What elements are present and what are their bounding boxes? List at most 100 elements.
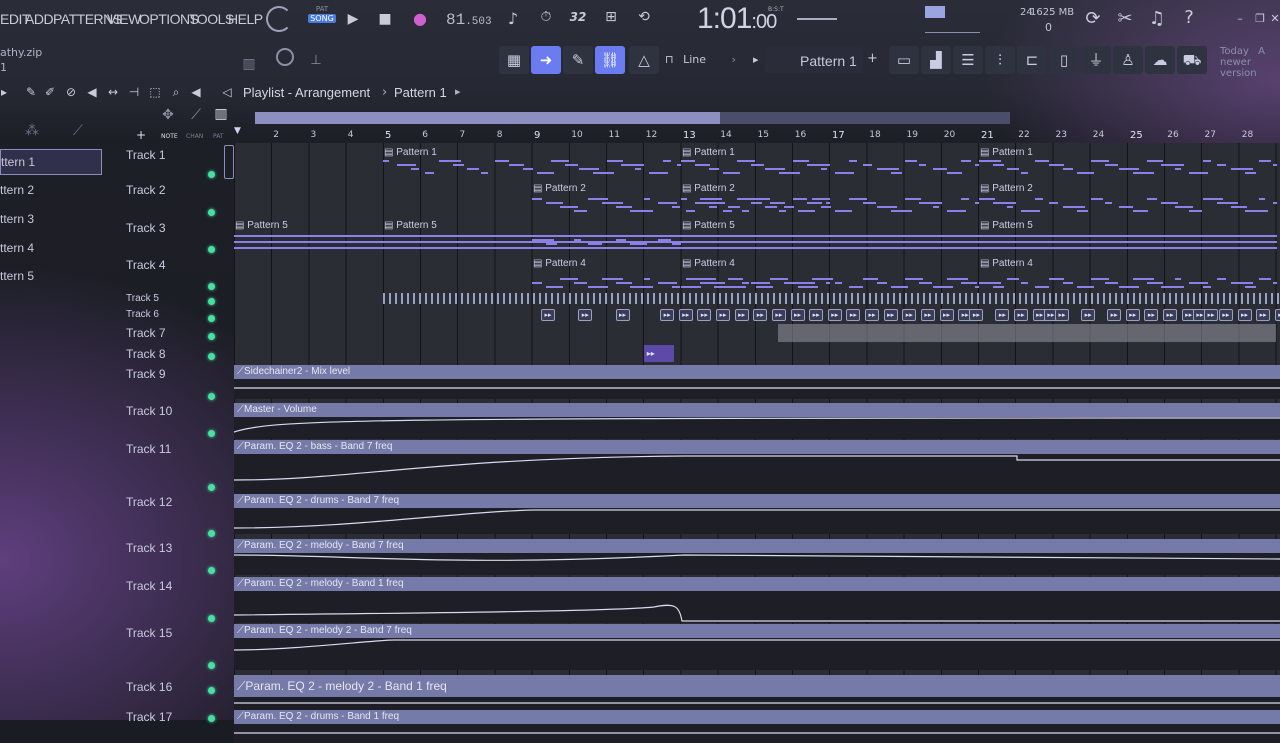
drum-clip[interactable]: ▸▸: [1144, 309, 1159, 321]
automation-clip[interactable]: ⟋Param. EQ 2 - melody - Band 7 freq: [234, 539, 1280, 553]
drum-clip[interactable]: ▸▸: [1237, 309, 1252, 321]
drum-clip[interactable]: ▸▸: [920, 309, 935, 321]
overview-thumb[interactable]: [255, 112, 720, 124]
menu-arrow-icon[interactable]: ▸: [0, 85, 8, 99]
track-enable-led[interactable]: [208, 530, 215, 537]
track-enable-led[interactable]: [208, 615, 215, 622]
drum-clip[interactable]: ▸▸: [969, 309, 984, 321]
undo-icon[interactable]: ⟳: [1082, 8, 1104, 29]
arrow-tool-icon[interactable]: ➜: [531, 46, 561, 74]
menu-add[interactable]: ADD: [25, 11, 54, 27]
drum-clip[interactable]: ▸▸: [716, 309, 731, 321]
drum-clip[interactable]: ▸▸: [1014, 309, 1029, 321]
drum-clip[interactable]: ▸▸: [660, 309, 675, 321]
step-edit-icon[interactable]: ⊞: [600, 9, 622, 25]
track-enable-led[interactable]: [208, 171, 215, 178]
pattern-clip[interactable]: ▤ Pattern 4: [533, 258, 586, 269]
track-name[interactable]: Track 14: [126, 579, 172, 593]
drum-clip[interactable]: ▸▸: [1218, 309, 1233, 321]
automation-curve-area[interactable]: [233, 638, 1280, 670]
menu-help[interactable]: HELP: [228, 11, 263, 27]
drum-clip[interactable]: ▸▸: [1125, 309, 1140, 321]
record-button[interactable]: ●: [410, 9, 430, 28]
drum-clip[interactable]: ▸▸: [541, 309, 555, 321]
drum-clip[interactable]: ▸▸: [1163, 309, 1178, 321]
automation-clip[interactable]: ⟋Param. EQ 2 - melody - Band 1 freq: [234, 577, 1280, 591]
track-name[interactable]: Track 12: [126, 495, 172, 509]
automation-curve-area[interactable]: [233, 508, 1280, 534]
microphone-icon[interactable]: ♫: [1146, 8, 1168, 29]
draw-tool-icon[interactable]: ✎: [563, 46, 593, 74]
pattern-prev-icon[interactable]: ▸: [753, 53, 759, 66]
automation-clip[interactable]: ⟋Master - Volume: [234, 403, 1280, 417]
tuning-fork-icon[interactable]: ⊥: [310, 53, 322, 68]
cut-icon[interactable]: ✂: [1114, 8, 1136, 29]
automation-curve-area[interactable]: [233, 417, 1280, 439]
master-volume-knob[interactable]: [266, 6, 292, 32]
master-pitch-knob[interactable]: [276, 48, 294, 66]
audio-clip[interactable]: [777, 324, 1276, 342]
position-scrubber[interactable]: [797, 18, 837, 20]
playlist-pattern-arrow-icon[interactable]: ▸: [455, 85, 461, 98]
track-enable-led[interactable]: [208, 298, 215, 305]
drum-clip[interactable]: ▸▸: [883, 309, 898, 321]
pattern-clip[interactable]: ▤ Pattern 1: [980, 147, 1033, 158]
drum-clip[interactable]: ▸▸: [753, 309, 768, 321]
slice-icon[interactable]: ⊣: [127, 85, 141, 99]
pat-song-switch[interactable]: PAT SONG: [308, 5, 336, 35]
track-enable-led[interactable]: [208, 687, 215, 694]
track-enable-led[interactable]: [208, 567, 215, 574]
sample-clip[interactable]: ▸▸: [643, 345, 674, 362]
drum-clip[interactable]: ▸▸: [771, 309, 786, 321]
drum-clip[interactable]: ▸▸: [995, 309, 1010, 321]
automation-curve-area[interactable]: [233, 553, 1280, 575]
automation-clip[interactable]: ⟋Param. EQ 2 - bass - Band 7 freq: [234, 440, 1280, 454]
browser-icon[interactable]: ⊏: [1017, 46, 1047, 74]
drum-clip[interactable]: ▸▸: [1055, 309, 1070, 321]
track-name[interactable]: Track 3: [126, 221, 166, 235]
automation-curve-area[interactable]: [234, 379, 1280, 399]
drum-clip[interactable]: ▸▸: [846, 309, 861, 321]
track-name[interactable]: Track 16: [126, 680, 172, 694]
paint-icon[interactable]: ✐: [43, 85, 57, 99]
delete-icon[interactable]: ⊘: [64, 85, 78, 99]
track-enable-led[interactable]: [208, 209, 215, 216]
playlist-icon[interactable]: ▭: [889, 46, 919, 74]
pattern-clip[interactable]: ▤ Pattern 2: [980, 183, 1033, 194]
automation-clip[interactable]: ⟋Param. EQ 2 - melody 2 - Band 7 freq: [234, 624, 1280, 638]
track-enable-led[interactable]: [208, 333, 215, 340]
channel-rack-icon[interactable]: ☰: [953, 46, 983, 74]
track-select-handle[interactable]: [224, 145, 234, 179]
track-name[interactable]: Track 1: [126, 148, 166, 162]
pattern-list-item[interactable]: ttern 2: [0, 178, 100, 202]
metronome-icon[interactable]: ♪: [502, 9, 524, 28]
play-marker-icon[interactable]: ▼: [234, 126, 242, 136]
track-enable-led[interactable]: [208, 662, 215, 669]
drum-clip[interactable]: ▸▸: [615, 309, 630, 321]
piano-roll-icon[interactable]: ▦: [499, 46, 529, 74]
automation-clip[interactable]: ⟋Param. EQ 2 - melody 2 - Band 1 freq: [234, 675, 1280, 697]
tempo-tapper-icon[interactable]: ♙: [1113, 46, 1143, 74]
pattern-clip[interactable]: ▤ Pattern 5: [235, 220, 288, 231]
track-name[interactable]: Track 4: [126, 258, 166, 272]
slip-icon[interactable]: ↔: [106, 85, 120, 99]
menu-tools[interactable]: TOOLS: [189, 11, 234, 27]
pattern-clip[interactable]: ▤ Pattern 5: [682, 220, 735, 231]
add-pattern-icon[interactable]: +: [867, 51, 878, 66]
track-name[interactable]: Track 7: [126, 326, 166, 340]
close-icon[interactable]: ✕: [1270, 12, 1280, 25]
track-name[interactable]: Track 8: [126, 347, 166, 361]
step-sequencer-icon[interactable]: ▟: [921, 46, 951, 74]
drum-clip[interactable]: ▸▸: [827, 309, 842, 321]
automation-curve-area[interactable]: [234, 724, 1280, 743]
pattern-list-item[interactable]: ttern 1: [0, 149, 102, 175]
cloud-icon[interactable]: ☁: [1145, 46, 1175, 74]
automation-curve-area[interactable]: [233, 454, 1280, 494]
pattern-clip[interactable]: ▤ Pattern 1: [682, 147, 735, 158]
track-enable-led[interactable]: [208, 315, 215, 322]
pattern-list-item[interactable]: ttern 3: [0, 207, 100, 231]
play-button[interactable]: ▶: [343, 11, 363, 27]
drum-clip[interactable]: ▸▸: [902, 309, 917, 321]
drum-clip[interactable]: ▸▸: [939, 309, 954, 321]
pattern-list-item[interactable]: ttern 4: [0, 236, 100, 260]
